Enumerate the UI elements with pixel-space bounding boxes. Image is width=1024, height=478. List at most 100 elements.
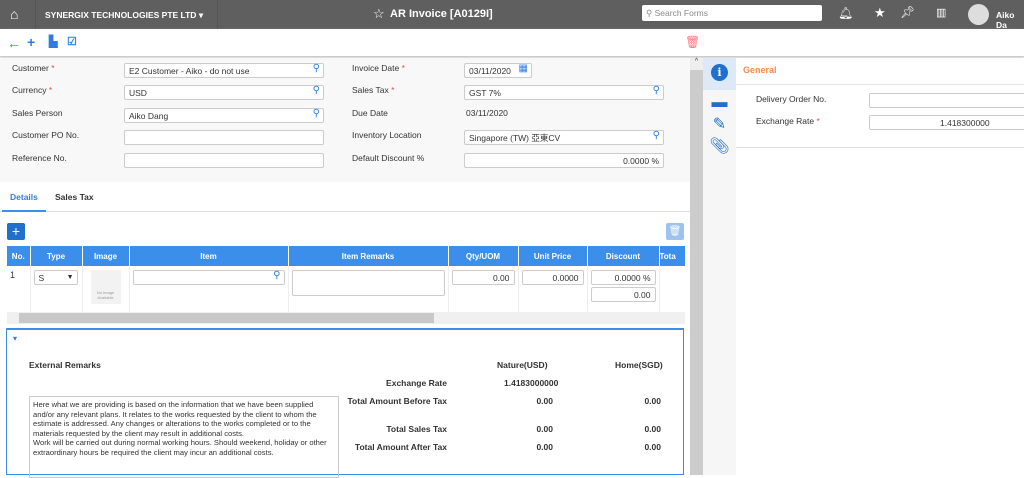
exchange-rate-field[interactable]: 1.418300000 (869, 115, 1024, 130)
element: 0.00 (644, 442, 661, 452)
sales-tax-field[interactable]: GST 7% ⚲ (464, 85, 664, 100)
item-field[interactable]: ⚲ (132, 270, 285, 285)
element: Total Amount Before Tax (347, 396, 448, 406)
element: Home(SGD) (615, 360, 663, 370)
element (217, 0, 218, 29)
discount-amount-field[interactable]: 0.00 (590, 287, 656, 302)
element: Exchange Rate (386, 378, 447, 388)
add-icon[interactable]: + (27, 34, 35, 50)
element: Invoice Date * (352, 63, 405, 73)
search-icon: ⚲ (312, 108, 320, 119)
element: GST 7% (469, 88, 501, 98)
element: 1.4183000000 (504, 378, 559, 388)
edit-icon[interactable]: ✎ (703, 114, 736, 134)
element: * (51, 63, 55, 73)
customer-po-field[interactable] (124, 130, 324, 145)
element: Search Forms (654, 8, 708, 18)
element: 0.0000 (518, 266, 588, 312)
company-selector[interactable]: SYNERGIX TECHNOLOGIES PTE LTD ▾ (45, 10, 203, 21)
sales-person-field[interactable]: Aiko Dang ⚲ (124, 108, 324, 123)
currency-field[interactable]: USD ⚲ (124, 85, 324, 100)
element: Exchange Rate * (756, 116, 820, 126)
collapse-caret-icon[interactable]: ▾ (13, 334, 17, 343)
card-icon[interactable]: ▬ (703, 94, 736, 112)
element: * (816, 116, 820, 126)
summary-panel: ▾ External Remarks Here what we are prov… (6, 328, 684, 478)
side-icon-bar: i ▬ ✎ 📎︎ (703, 58, 736, 475)
page-title: AR Invoice [A0129I] (390, 8, 493, 20)
element (659, 266, 685, 312)
attachment-icon[interactable]: 📎︎ (703, 136, 736, 156)
element (35, 0, 36, 29)
element: E2 Customer - Aiko - do not use (129, 66, 250, 76)
due-date-value: 03/11/2020 (466, 108, 508, 118)
element: Singapore (TW) 亞東CV (469, 133, 561, 143)
delete-line-button[interactable]: 🗑︎ (666, 223, 684, 240)
back-arrow-icon[interactable]: ← (7, 35, 21, 51)
element: Aiko Dang (129, 111, 169, 121)
search-icon: ⚲ (273, 270, 281, 281)
user-name[interactable]: Aiko Da (996, 10, 1024, 30)
element: Delivery Order No. (756, 94, 827, 104)
tab-bar: Details Sales Tax (0, 182, 690, 212)
element: Sales Tax * (352, 85, 394, 95)
element: Total Amount After Tax (354, 442, 447, 452)
delivery-order-field[interactable] (869, 93, 1024, 108)
external-remarks-textarea[interactable]: Here what we are providing is based on t… (29, 396, 339, 478)
discount-pct-field[interactable]: 0.0000 % (590, 270, 656, 285)
search-icon: ⚲ (646, 8, 653, 18)
element: No. Type Image Item Item Remarks Qty/UOM… (7, 246, 685, 312)
element: 0.00 (536, 396, 553, 406)
col-qty: Qty/UOM (448, 246, 519, 266)
element: * (391, 85, 395, 95)
vertical-scrollbar[interactable]: ^ (690, 58, 703, 475)
element: Customer * (12, 63, 55, 73)
element: Reference No. (12, 153, 67, 163)
section-title: General (736, 58, 1024, 85)
col-unit-price: Unit Price (518, 246, 588, 266)
element: Currency (12, 85, 47, 95)
approve-icon[interactable]: ☑ (67, 35, 77, 48)
qty-field[interactable]: 0.00 (451, 270, 515, 285)
tab-details[interactable]: Details (2, 192, 46, 212)
no-image-placeholder: No Image Available (90, 270, 121, 304)
horizontal-scrollbar[interactable] (7, 312, 685, 324)
info-icon[interactable]: i (711, 64, 728, 81)
unit-price-field[interactable]: 0.0000 (521, 270, 584, 285)
pin-icon[interactable]: 📌︎ (900, 5, 915, 19)
col-total: Tota (659, 246, 685, 266)
favorite-star-icon[interactable]: ☆ (373, 6, 385, 22)
element: Customer (12, 63, 49, 73)
pdf-icon[interactable]: ▙ (49, 35, 57, 48)
general-panel: General Delivery Order No. Exchange Rate… (736, 58, 1024, 148)
element: 0.00 (644, 396, 661, 406)
element: ^ (690, 58, 703, 70)
element: ⚲ (129, 266, 289, 312)
element: Due Date (352, 108, 388, 118)
avatar[interactable] (968, 4, 989, 25)
element: Exchange Rate (756, 116, 815, 126)
element: S ▼ (30, 266, 83, 312)
element: * (48, 85, 53, 95)
reference-field[interactable] (124, 153, 324, 168)
tab-sales-tax[interactable]: Sales Tax (55, 192, 94, 202)
item-remarks-field[interactable] (291, 270, 445, 296)
home-icon[interactable]: ⌂ (10, 6, 18, 22)
top-header: ⌂ SYNERGIX TECHNOLOGIES PTE LTD ▾ ☆ AR I… (0, 0, 1024, 30)
lines-table: No. Type Image Item Item Remarks Qty/UOM… (7, 246, 685, 312)
search-forms-input[interactable]: ⚲ Search Forms (642, 5, 822, 21)
inventory-location-field[interactable]: Singapore (TW) 亞東CV ⚲ (464, 130, 664, 145)
element: Total Sales Tax (386, 424, 447, 434)
element: Default Discount % (352, 153, 425, 163)
invoice-date-field[interactable]: 03/11/2020 ▦ (464, 63, 532, 78)
star-icon[interactable]: ★ (874, 5, 886, 21)
chart-icon[interactable]: ▥ (936, 6, 946, 19)
calendar-icon: ▦ (518, 63, 528, 74)
delete-icon[interactable]: 🗑︎ (685, 35, 700, 49)
customer-field[interactable]: E2 Customer - Aiko - do not use ⚲ (124, 63, 324, 78)
add-line-button[interactable]: + (7, 223, 25, 240)
element: 0.00 (448, 266, 519, 312)
type-select[interactable]: S ▼ (33, 270, 78, 285)
bell-icon[interactable]: 🔔︎ (838, 6, 853, 20)
default-discount-field[interactable]: 0.0000 % (464, 153, 664, 168)
